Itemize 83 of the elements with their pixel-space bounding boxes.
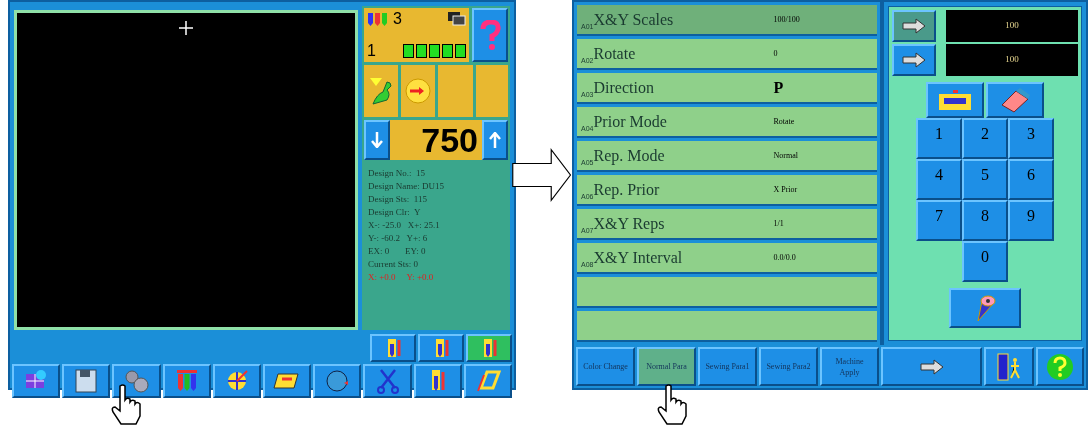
design-info-line: X-: -25.0 X+: 25.1 (368, 219, 441, 231)
parameter-label: Rep. Mode (593, 145, 666, 167)
parameter-label: X&Y Scales (593, 9, 675, 30)
number-key[interactable]: 1 (916, 118, 962, 159)
side-button[interactable] (466, 334, 512, 362)
design-info-line: Design Sts: 115 (368, 193, 428, 205)
parameter-value: Normal (773, 149, 798, 162)
number-key[interactable]: 0 (962, 241, 1008, 282)
eraser-button[interactable] (986, 82, 1044, 118)
design-info-line: Current Sts: 0 (368, 258, 419, 270)
parameter-value: Rotate (773, 115, 795, 128)
toolbar-button[interactable] (112, 364, 161, 398)
design-info-line: Design Clr: Y (368, 206, 422, 218)
toolbar-button[interactable] (413, 364, 462, 398)
parameter-value: 100/100 (773, 13, 800, 26)
tab[interactable]: Machine Apply (820, 347, 879, 386)
toolbar-button[interactable] (463, 364, 513, 398)
speed-display: 750 (390, 120, 482, 160)
dial-icon (405, 78, 431, 104)
tab[interactable]: Sewing Para1 (698, 347, 757, 386)
value-field[interactable]: 100 (946, 10, 1078, 42)
toolbar-button[interactable] (62, 364, 111, 398)
mode-tile[interactable] (364, 65, 398, 117)
next-button[interactable] (881, 347, 982, 386)
parameter-label: Rep. Prior (593, 179, 661, 201)
right-arrow-icon (919, 358, 944, 375)
select-field-button[interactable] (892, 10, 936, 42)
tab[interactable]: Color Change (576, 347, 635, 386)
number-key[interactable]: 3 (1008, 118, 1054, 159)
design-info-line: Design Name: DU15 (368, 180, 445, 192)
help-button[interactable] (1036, 347, 1084, 386)
value-field[interactable]: 100 (946, 44, 1078, 76)
parameter-label: X&Y Interval (593, 247, 684, 266)
right-arrow-icon (902, 18, 926, 34)
number-key[interactable]: 8 (962, 200, 1008, 241)
increase-button[interactable] (482, 120, 508, 160)
crosshair-icon (179, 21, 193, 35)
design-info-line: Design No.: 15 (368, 167, 426, 179)
question-mark-icon (479, 20, 501, 50)
number-key[interactable]: 7 (916, 200, 962, 241)
parameter-value: 0 (773, 47, 778, 60)
parameter-label: Rotate (593, 43, 637, 62)
number-key[interactable]: 6 (1008, 159, 1054, 200)
mode-tile[interactable] (401, 65, 435, 117)
up-arrow-icon (489, 132, 501, 148)
tab[interactable]: Sewing Para2 (759, 347, 818, 386)
design-info-line: Y-: -60.2 Y+: 6 (368, 232, 429, 244)
text-input-button[interactable] (926, 82, 984, 118)
toolbar-button[interactable] (263, 364, 312, 398)
down-arrow-icon (371, 132, 383, 148)
color-count: 3 (393, 11, 402, 27)
parameter-value: 1/1 (773, 217, 784, 230)
parameter-label: Direction (593, 77, 655, 96)
parameter-label: Prior Mode (593, 111, 668, 130)
side-button[interactable] (370, 334, 416, 362)
eraser-icon (999, 87, 1031, 113)
number-key[interactable]: 4 (916, 159, 962, 200)
thread-colors-icon (367, 11, 389, 27)
exit-door-icon (995, 351, 1023, 382)
parameter-label: X&Y Reps (593, 213, 666, 235)
empty-tile (438, 65, 473, 117)
abc-box-icon (938, 89, 972, 111)
parameter-value: 0.0/0.0 (773, 251, 796, 264)
empty-tile (476, 65, 508, 117)
right-arrow-icon (902, 52, 926, 68)
computer-icon (446, 11, 466, 27)
help-button[interactable] (472, 8, 508, 62)
design-info-line: EX: 0 EY: 0 (368, 245, 427, 257)
design-info-line: X: +0.0 Y: +0.0 (368, 271, 435, 283)
edit-button[interactable] (949, 288, 1021, 328)
number-key[interactable]: 9 (1008, 200, 1054, 241)
parameter-value: P (773, 77, 784, 98)
head-number: 1 (367, 43, 376, 59)
decrease-button[interactable] (364, 120, 390, 160)
number-key[interactable]: 5 (962, 159, 1008, 200)
question-mark-icon (1046, 352, 1074, 381)
select-field-button[interactable] (892, 44, 936, 76)
tab[interactable]: Normal Para (637, 347, 696, 386)
number-key[interactable]: 2 (962, 118, 1008, 159)
exit-button[interactable] (984, 347, 1034, 386)
toolbar-button[interactable] (212, 364, 261, 398)
parameter-value: X Prior (773, 183, 798, 196)
side-button[interactable] (418, 334, 464, 362)
